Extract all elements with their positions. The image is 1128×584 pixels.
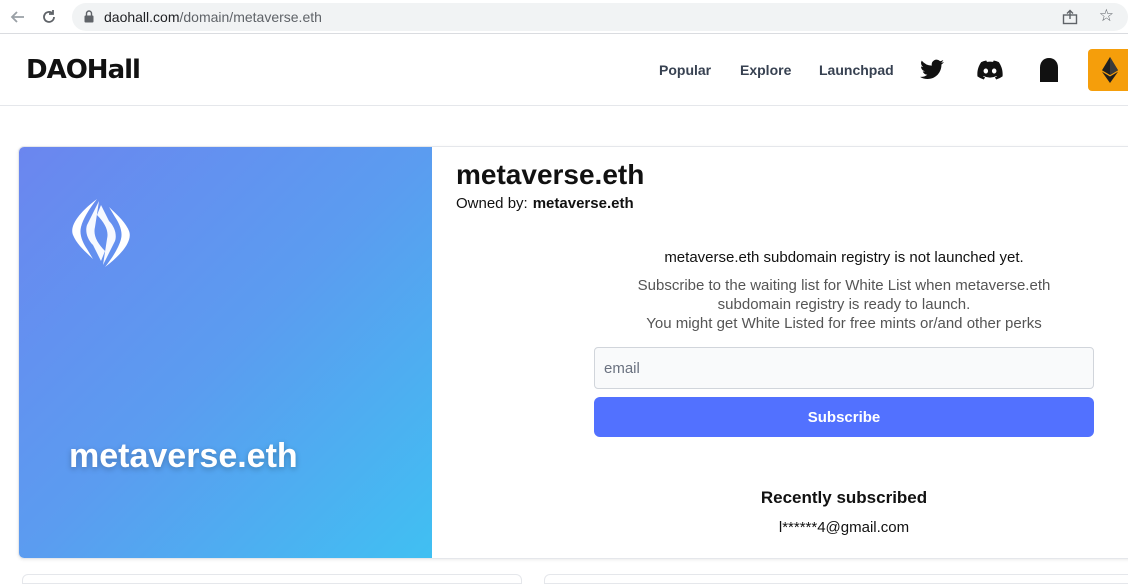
back-arrow-icon[interactable] [6,6,28,28]
registry-notice: metaverse.eth subdomain registry is not … [664,249,1024,266]
next-card [22,574,522,584]
ens-logo-icon [72,199,130,267]
ghost-icon[interactable] [1036,57,1062,83]
subscribe-description-line: Subscribe to the waiting list for White … [637,277,1051,294]
lock-icon [84,10,94,23]
subscribe-button[interactable]: Subscribe [594,397,1094,437]
email-input[interactable] [594,347,1094,389]
discord-icon[interactable] [977,57,1003,83]
subscribe-description-line: You might get White Listed for free mint… [646,315,1042,332]
owned-by-label: Owned by: [456,195,528,212]
share-icon[interactable] [1062,9,1078,25]
domain-card: metaverse.eth metaverse.eth Owned by: met… [18,146,1128,559]
daohall-logo[interactable]: DAOHall [26,57,141,83]
domain-title: metaverse.eth [456,159,645,190]
nav-launchpad[interactable]: Launchpad [819,62,894,78]
nav-popular[interactable]: Popular [659,62,711,78]
owner-name[interactable]: metaverse.eth [533,195,634,212]
owned-by: Owned by: metaverse.eth [456,195,634,212]
bookmark-star-icon[interactable]: ☆ [1099,6,1114,26]
domain-info: metaverse.eth Owned by: metaverse.eth met… [456,147,1128,558]
browser-toolbar: daohall.com/domain/metaverse.eth ☆ [0,0,1128,34]
recent-subscriber-email: l******4@gmail.com [778,519,910,536]
subscribe-description: Subscribe to the waiting list for White … [594,276,1094,333]
reload-icon[interactable] [38,6,60,28]
url-text: daohall.com/domain/metaverse.eth [104,9,322,25]
ens-domain-image: metaverse.eth [19,147,432,558]
ethereum-icon [1102,57,1118,83]
subscribe-description-line: subdomain registry is ready to launch. [717,296,971,313]
ens-image-domain-name: metaverse.eth [69,437,298,475]
next-card [544,574,1128,584]
site-header: DAOHall Popular Explore Launchpad [0,35,1128,106]
address-bar[interactable]: daohall.com/domain/metaverse.eth ☆ [72,3,1128,31]
ethereum-network-button[interactable] [1088,49,1128,91]
recently-subscribed-title: Recently subscribed [760,488,928,507]
twitter-icon[interactable] [919,57,945,83]
nav-explore[interactable]: Explore [740,62,791,78]
